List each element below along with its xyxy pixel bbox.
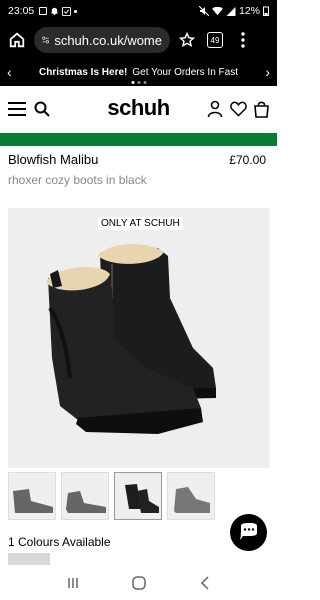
wifi-icon <box>212 6 223 15</box>
thumbnail-strip <box>8 472 215 520</box>
product-thumbnail[interactable] <box>167 472 215 520</box>
tab-switcher-button[interactable]: 49 <box>204 29 226 51</box>
boots-image <box>46 244 216 434</box>
search-icon[interactable] <box>34 101 50 117</box>
promo-headline: Christmas Is Here! <box>39 66 128 78</box>
promo-pagination <box>131 81 146 84</box>
site-header: schuh <box>0 86 277 132</box>
address-bar[interactable]: schuh.co.uk/wome <box>34 27 170 53</box>
signal-icon <box>226 6 236 16</box>
check-notification-icon <box>62 6 72 16</box>
product-price: £70.00 <box>229 153 266 167</box>
shopping-bag-icon[interactable] <box>254 101 269 118</box>
promo-prev-arrow-icon[interactable]: ‹ <box>7 64 12 80</box>
home-nav-icon[interactable] <box>132 575 147 590</box>
account-icon[interactable] <box>207 100 223 118</box>
status-bar: 23:05 12% <box>0 0 277 22</box>
snapchat-notification-icon <box>51 7 59 15</box>
home-icon[interactable] <box>6 29 28 51</box>
colours-available: 1 Colours Available <box>8 535 111 549</box>
url-text[interactable]: schuh.co.uk/wome <box>54 33 162 48</box>
colour-swatch[interactable] <box>8 553 50 565</box>
clock: 23:05 <box>8 5 35 17</box>
chat-icon <box>239 522 257 540</box>
product-thumbnail[interactable] <box>61 472 109 520</box>
menu-hamburger-icon[interactable] <box>8 102 26 116</box>
promo-dot[interactable] <box>137 81 140 84</box>
promo-dot[interactable] <box>143 81 146 84</box>
browser-toolbar: schuh.co.uk/wome 49 <box>0 22 277 58</box>
promo-text[interactable]: Get Your Orders In Fast <box>132 67 238 78</box>
exclusive-badge: ONLY AT SCHUH <box>98 217 183 230</box>
product-variant: rhoxer cozy boots in black <box>8 173 147 187</box>
back-icon[interactable] <box>200 575 210 590</box>
system-nav-bar <box>0 565 277 600</box>
promo-banner: ‹ Christmas Is Here! Get Your Orders In … <box>0 58 277 86</box>
chat-button[interactable] <box>230 514 267 551</box>
mute-icon <box>198 6 209 16</box>
gallery-notification-icon <box>39 7 48 15</box>
brand-strip <box>0 133 277 146</box>
product-thumbnail[interactable] <box>8 472 56 520</box>
site-settings-icon[interactable] <box>42 34 50 46</box>
promo-next-arrow-icon[interactable]: › <box>265 64 270 80</box>
schuh-logo[interactable]: schuh <box>107 95 170 121</box>
battery-icon <box>263 6 269 16</box>
more-notifications-dot <box>74 9 78 13</box>
battery-percent: 12% <box>238 5 260 17</box>
browser-menu-icon[interactable] <box>232 29 254 51</box>
wishlist-heart-icon[interactable] <box>230 101 247 117</box>
product-thumbnail-active[interactable] <box>114 472 162 520</box>
product-main-image[interactable]: ONLY AT SCHUH <box>8 208 269 468</box>
tab-count: 49 <box>207 32 223 48</box>
product-name: Blowfish Malibu <box>8 152 99 167</box>
recents-icon[interactable] <box>67 577 79 589</box>
bookmark-star-icon[interactable] <box>176 29 198 51</box>
promo-dot[interactable] <box>131 81 134 84</box>
